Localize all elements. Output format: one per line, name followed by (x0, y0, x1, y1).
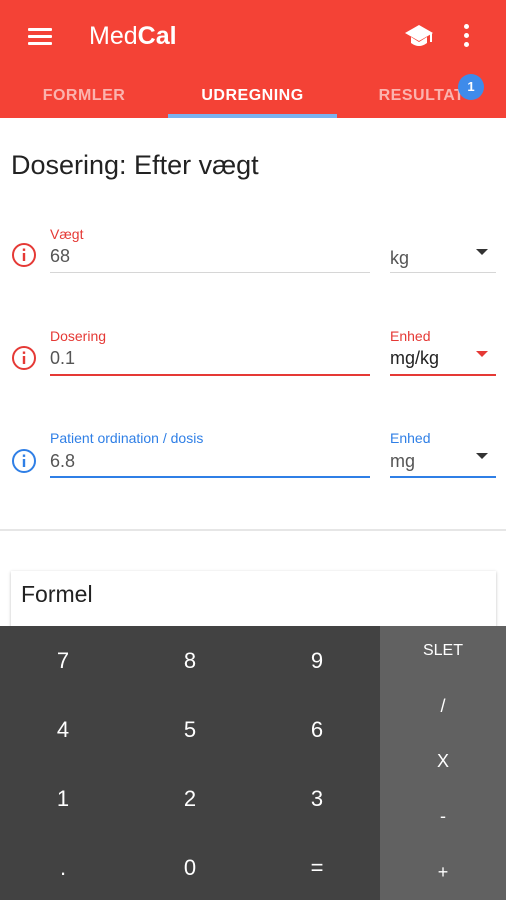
dosing-unit-underline (390, 374, 496, 376)
dosing-info-icon[interactable] (11, 345, 37, 371)
patient-dose-underline (50, 476, 370, 478)
patient-unit-underline (390, 476, 496, 478)
key-6[interactable]: 6 (254, 717, 380, 743)
weight-label: Vægt (50, 226, 84, 242)
plus-button[interactable]: + (380, 862, 506, 883)
key-0[interactable]: 0 (127, 855, 253, 881)
key-8[interactable]: 8 (127, 648, 253, 674)
key-7[interactable]: 7 (0, 648, 126, 674)
key-5[interactable]: 5 (127, 717, 253, 743)
key-1[interactable]: 1 (0, 786, 126, 812)
dosing-unit-select[interactable]: mg/kg (390, 348, 439, 369)
key-equals[interactable]: = (254, 855, 380, 881)
more-vert-icon[interactable] (456, 22, 476, 50)
patient-unit-label: Enhed (390, 430, 431, 446)
weight-input[interactable]: 68 (50, 246, 70, 267)
tab-udregning[interactable]: UDREGNING (168, 76, 337, 116)
divide-button[interactable]: / (380, 696, 506, 717)
app-title-med: Med (89, 22, 138, 50)
section-divider (0, 529, 506, 531)
key-decimal[interactable]: . (0, 855, 126, 881)
patient-dose-input[interactable]: 6.8 (50, 451, 75, 472)
weight-unit-select[interactable]: kg (390, 248, 409, 269)
key-3[interactable]: 3 (254, 786, 380, 812)
app-title-cal: Cal (137, 22, 177, 50)
resultat-count-badge: 1 (458, 74, 484, 100)
key-4[interactable]: 4 (0, 717, 126, 743)
dosing-input-underline (50, 374, 370, 376)
patient-unit-dropdown-icon[interactable] (476, 453, 488, 459)
slet-button[interactable]: SLET (380, 642, 506, 660)
patient-unit-select[interactable]: mg (390, 451, 415, 472)
app-bar: MedCal FORMLER UDREGNING RESULTAT 1 (0, 0, 506, 118)
dosing-label: Dosering (50, 328, 107, 344)
minus-button[interactable]: - (380, 806, 506, 827)
numeric-keypad: 7 8 9 4 5 6 1 2 3 . 0 = SLET / X - + (0, 626, 506, 900)
multiply-button[interactable]: X (380, 751, 506, 772)
dosing-input[interactable]: 0.1 (50, 348, 75, 369)
weight-input-underline (50, 272, 370, 273)
weight-unit-dropdown-icon[interactable] (476, 249, 488, 255)
menu-icon[interactable] (28, 26, 52, 46)
dosing-unit-label: Enhed (390, 328, 431, 344)
patient-info-icon[interactable] (11, 448, 37, 474)
page-title: Dosering: Efter vægt (11, 150, 259, 180)
patient-dose-label: Patient ordination / dosis (50, 430, 204, 446)
app-title: MedCal (89, 20, 177, 52)
key-2[interactable]: 2 (127, 786, 253, 812)
tab-formler[interactable]: FORMLER (0, 76, 168, 116)
active-tab-indicator (168, 114, 337, 118)
formel-label: Formel (21, 581, 93, 607)
dosing-unit-dropdown-icon[interactable] (476, 351, 488, 357)
formel-card[interactable]: Formel (11, 571, 496, 627)
weight-unit-underline (390, 272, 496, 273)
weight-info-icon[interactable] (11, 242, 37, 268)
school-icon[interactable] (404, 22, 434, 50)
key-9[interactable]: 9 (254, 648, 380, 674)
